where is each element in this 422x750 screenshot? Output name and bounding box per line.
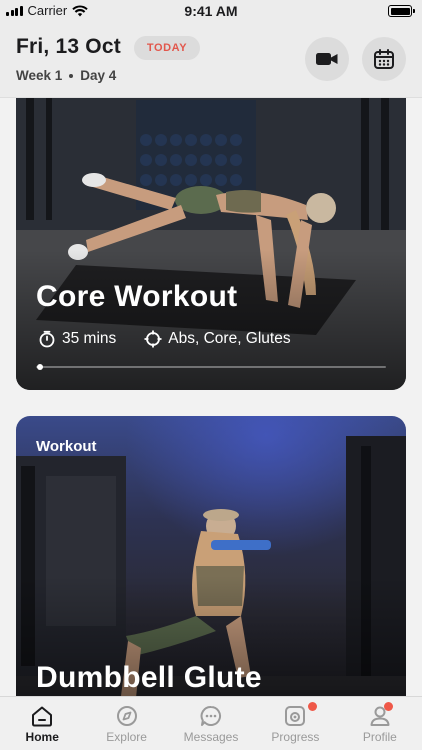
tab-progress[interactable]: Progress (253, 697, 337, 750)
header: Carrier 9:41 AM Fri, 13 Oct TODAY Week 1… (0, 0, 422, 98)
video-button[interactable] (305, 37, 349, 81)
calendar-icon (374, 49, 394, 69)
tab-label: Progress (271, 730, 320, 744)
card-gradient-overlay (16, 250, 406, 390)
compass-icon (116, 706, 137, 726)
workout-progress-bar (36, 364, 386, 370)
workout-tag: Workout (36, 438, 97, 455)
workout-meta: 35 mins Abs, Core, Glutes (38, 330, 291, 348)
workout-title: Dumbbell Glute (36, 661, 262, 694)
workout-card-core[interactable]: Core Workout 35 mins Abs, Core, Glutes (16, 80, 406, 390)
chat-bubble-icon (200, 705, 222, 726)
page-title: Fri, 13 Oct (16, 35, 121, 58)
week-day-label: Week 1 Day 4 (16, 68, 116, 83)
tab-messages[interactable]: Messages (169, 697, 253, 750)
tab-profile[interactable]: Profile (338, 697, 422, 750)
notification-dot (308, 702, 318, 711)
tab-explore[interactable]: Explore (84, 697, 168, 750)
today-badge[interactable]: TODAY (134, 36, 200, 60)
workout-card-dumbbell-glute[interactable]: Workout Dumbbell Glute (16, 416, 406, 716)
video-camera-icon (316, 53, 338, 65)
target-icon (144, 330, 162, 348)
status-bar: Carrier 9:41 AM (0, 0, 422, 22)
notification-dot (383, 702, 393, 711)
workout-focus-areas: Abs, Core, Glutes (168, 330, 291, 347)
stopwatch-icon (39, 330, 55, 348)
tab-home[interactable]: Home (0, 697, 84, 750)
home-icon (32, 706, 53, 727)
status-time: 9:41 AM (184, 3, 238, 19)
calendar-button[interactable] (362, 37, 406, 81)
tab-label: Profile (362, 730, 397, 744)
day-label: Day 4 (80, 68, 117, 83)
week-label: Week 1 (16, 68, 63, 83)
separator-dot (69, 73, 74, 78)
battery-icon (388, 5, 415, 17)
progress-knob (37, 364, 43, 370)
tab-bar: Home Explore Messages Progress Profile (0, 696, 422, 750)
card-gradient-overlay (16, 576, 406, 716)
workout-duration: 35 mins (62, 330, 117, 347)
tab-label: Explore (106, 730, 147, 744)
progress-camera-icon (285, 706, 306, 726)
tab-label: Messages (183, 730, 239, 744)
tab-label: Home (25, 730, 59, 744)
workout-title: Core Workout (36, 280, 238, 313)
